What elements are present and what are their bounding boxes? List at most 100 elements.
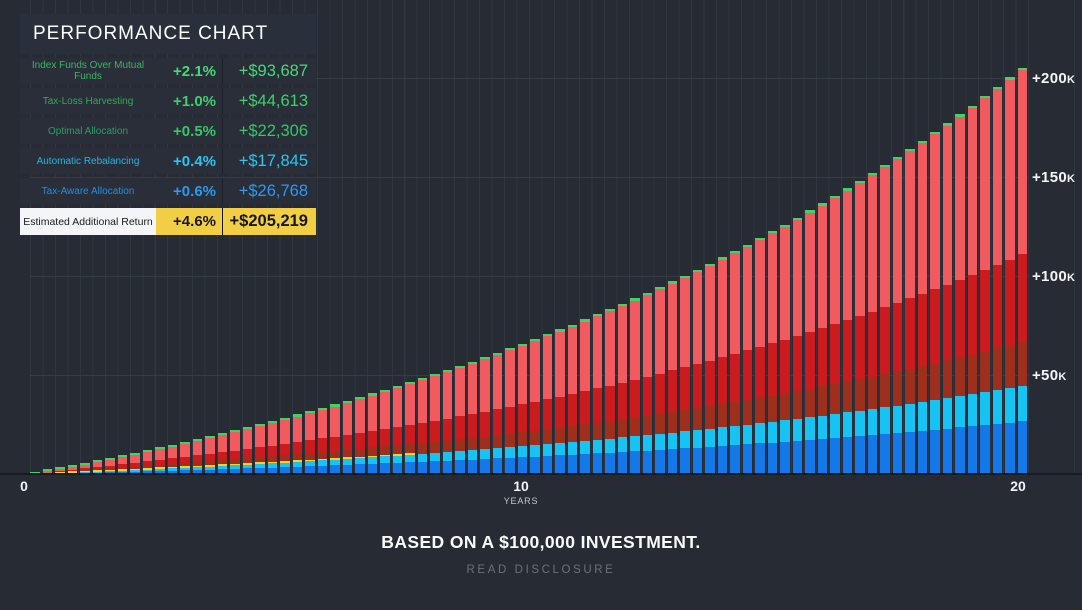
legend-row-index-funds-over-mutual-funds: Index Funds Over Mutual Funds+2.1%+$93,6… [20,58,316,84]
bar-year-13 [668,281,678,474]
segment-automatic-rebalancing [843,412,853,437]
segment-automatic-rebalancing [780,420,790,442]
segment-index-funds-over-mutual-funds [530,341,540,402]
segment-optimal-allocation [868,377,878,409]
segment-tax-aware-allocation [568,455,578,474]
segment-tax-loss-harvesting [618,383,628,420]
segment-tax-loss-harvesting [393,427,403,445]
segment-optimal-allocation [980,352,990,393]
segment-tax-loss-harvesting [268,446,278,457]
x-axis-unit-label: YEARS [504,494,539,508]
segment-optimal-allocation [1005,345,1015,388]
x-axis-line [0,473,1082,475]
segment-automatic-rebalancing [593,440,603,454]
segment-index-funds-over-mutual-funds [330,407,340,437]
bar-year-9 [468,362,478,474]
bar-year-6.5 [343,401,353,474]
segment-tax-aware-allocation [805,440,815,474]
segment-tax-loss-harvesting [968,275,978,355]
segment-tax-aware-allocation [843,437,853,474]
segment-tax-aware-allocation [693,448,703,474]
segment-index-funds-over-mutual-funds [930,134,940,289]
bar-year-6 [318,408,328,474]
chart-plot-area: +50K+100K+150K+200K 010YEARS20 PERFORMAN… [0,0,1082,510]
segment-optimal-allocation [968,355,978,395]
segment-tax-loss-harvesting [205,454,215,461]
segment-automatic-rebalancing [480,449,490,459]
segment-tax-aware-allocation [955,427,965,474]
segment-tax-aware-allocation [968,426,978,474]
segment-automatic-rebalancing [718,427,728,446]
segment-automatic-rebalancing [818,416,828,439]
segment-tax-aware-allocation [980,425,990,474]
bar-year-2 [118,455,128,474]
segment-tax-loss-harvesting [980,270,990,352]
segment-index-funds-over-mutual-funds [555,332,565,397]
segment-automatic-rebalancing [680,431,690,448]
segment-tax-loss-harvesting [580,391,590,424]
segment-optimal-allocation [355,449,365,457]
bar-year-10.5 [543,334,553,474]
segment-tax-loss-harvesting [230,451,240,460]
bar-year-8 [418,378,428,474]
segment-automatic-rebalancing [368,457,378,464]
segment-optimal-allocation [493,435,503,448]
segment-optimal-allocation [343,450,353,458]
segment-index-funds-over-mutual-funds [718,260,728,358]
segment-tax-loss-harvesting [705,361,715,406]
segment-index-funds-over-mutual-funds [818,206,828,329]
segment-automatic-rebalancing [530,445,540,457]
segment-optimal-allocation [843,382,853,413]
segment-automatic-rebalancing [580,441,590,454]
segment-tax-loss-harvesting [405,425,415,444]
segment-tax-loss-harvesting [680,367,690,410]
legend-percent: +2.1% [156,58,222,84]
segment-tax-loss-harvesting [430,421,440,442]
segment-tax-loss-harvesting [318,438,328,452]
legend-label: Index Funds Over Mutual Funds [20,58,156,84]
segment-tax-aware-allocation [905,432,915,474]
bar-year-17.75 [905,149,915,474]
bar-year-19 [968,106,978,474]
legend-title: PERFORMANCE CHART [20,14,316,54]
segment-tax-aware-allocation [443,461,453,474]
bar-year-10.25 [530,339,540,474]
segment-index-funds-over-mutual-funds [293,417,303,443]
segment-index-funds-over-mutual-funds [755,240,765,347]
segment-tax-aware-allocation [518,457,528,474]
segment-tax-aware-allocation [755,443,765,473]
segment-index-funds-over-mutual-funds [405,384,415,424]
segment-index-funds-over-mutual-funds [180,444,190,457]
segment-tax-aware-allocation [718,446,728,474]
segment-index-funds-over-mutual-funds [468,364,478,414]
segment-automatic-rebalancing [543,444,553,456]
segment-index-funds-over-mutual-funds [205,438,215,454]
bar-year-11.25 [580,319,590,474]
segment-index-funds-over-mutual-funds [630,301,640,380]
segment-automatic-rebalancing [955,396,965,427]
segment-optimal-allocation [905,369,915,404]
segment-tax-loss-harvesting [243,449,253,458]
segment-tax-loss-harvesting [630,380,640,418]
segment-tax-loss-harvesting [643,377,653,416]
segment-optimal-allocation [480,437,490,449]
y-tick-label: +50K [1032,367,1082,384]
segment-tax-aware-allocation [880,434,890,474]
segment-index-funds-over-mutual-funds [443,372,453,418]
bar-year-16.75 [855,181,865,474]
read-disclosure-link[interactable]: READ DISCLOSURE [467,564,616,576]
segment-tax-aware-allocation [993,424,1003,474]
segment-optimal-allocation [468,438,478,450]
legend-amount: +$93,687 [222,58,316,84]
bar-year-3.75 [205,436,215,474]
segment-tax-aware-allocation [580,454,590,474]
bar-year-1.5 [93,460,103,474]
segment-automatic-rebalancing [993,390,1003,423]
segment-tax-loss-harvesting [805,332,815,389]
segment-index-funds-over-mutual-funds [768,233,778,343]
segment-optimal-allocation [543,429,553,444]
segment-tax-aware-allocation [818,439,828,474]
x-tick-label-20: 20 [1010,479,1026,493]
bar-year-18.5 [943,123,953,474]
segment-tax-loss-harvesting [918,294,928,366]
